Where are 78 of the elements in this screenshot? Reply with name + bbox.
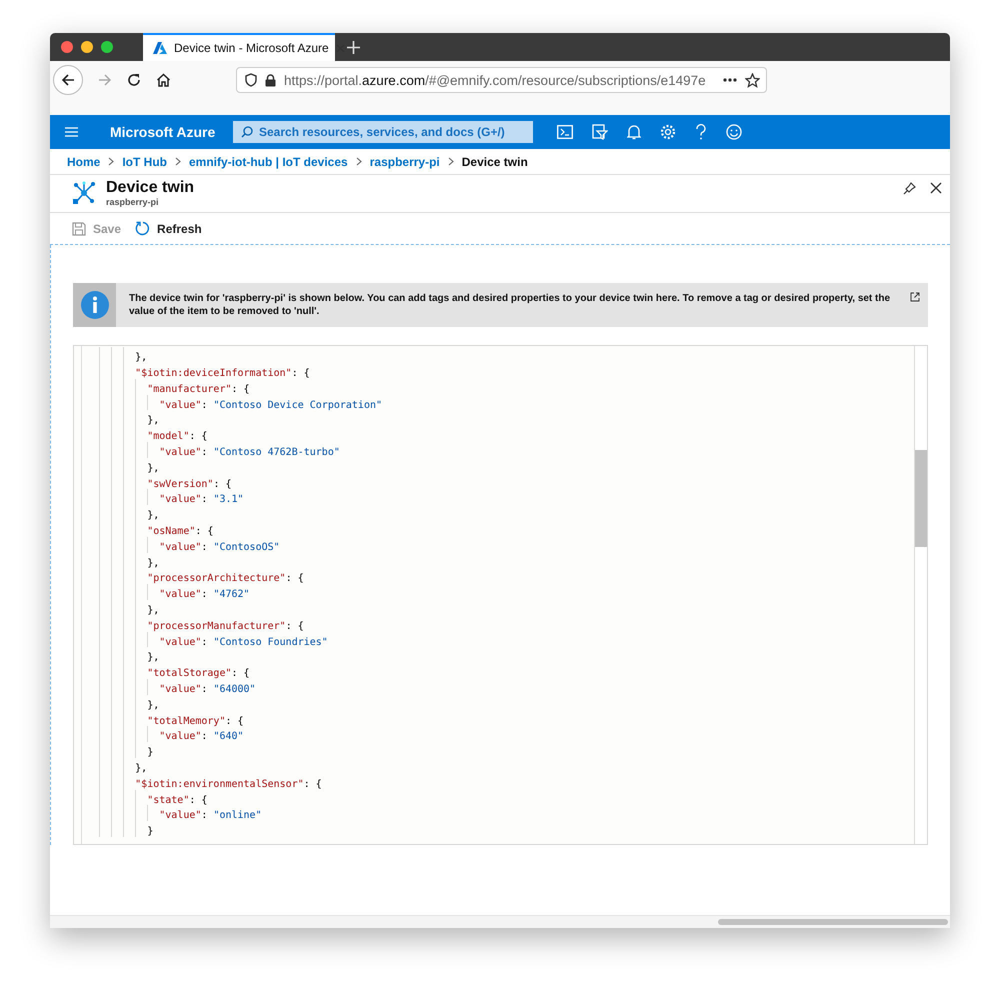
code-line: }: [146, 826, 154, 838]
info-icon: [80, 290, 110, 320]
new-tab-icon[interactable]: [347, 40, 360, 54]
code-line: "model": {: [146, 431, 208, 442]
chevron-icon: [175, 157, 181, 166]
code-line: },: [146, 700, 160, 711]
chevron-icon: [448, 157, 454, 166]
code-line: "$iotin:environmentalSensor": {: [134, 778, 322, 790]
info-message: The device twin for 'raspberry-pi' is shown below. You can add tags and desired properties to your device twin here. To remove a tag or desired property, set the value of the item to be removed to 'null'.: [129, 292, 892, 318]
code-line: },: [134, 762, 148, 774]
breadcrumb-link[interactable]: Home: [67, 154, 100, 169]
code-line: "processorManufacturer": {: [146, 620, 304, 632]
breadcrumb-link[interactable]: raspberry-pi: [370, 154, 440, 169]
code-line: "osName": {: [146, 526, 214, 538]
code-line: }: [146, 747, 154, 758]
code-line: },: [146, 558, 160, 569]
breadcrumb-link[interactable]: emnify-iot-hub | IoT devices: [189, 154, 348, 169]
address-bar[interactable]: https://portal.azure.com/#@emnify.com/resource/subscriptions/e1497e: [236, 67, 767, 94]
search-field[interactable]: Search resources, services, and docs (G+/): [233, 121, 533, 144]
url-text: https://portal.azure.com/#@emnify.com/resource/subscriptions/e1497e: [284, 72, 707, 88]
smiley-icon[interactable]: [726, 124, 742, 140]
search-icon: [241, 126, 253, 138]
code-line: "$iotin:deviceInformation": {: [134, 368, 310, 380]
blade-subtitle: raspberry-pi: [106, 197, 160, 208]
shield-icon: [245, 73, 257, 88]
refresh-icon: [135, 221, 150, 236]
code-line: },: [146, 605, 160, 616]
close-icon[interactable]: [930, 182, 942, 194]
network-nodes-icon: [71, 180, 97, 206]
code-line: "value": "3.1": [158, 494, 244, 506]
minimize-window-icon[interactable]: [81, 41, 93, 53]
code-line: "state": {: [146, 794, 208, 806]
menu-icon[interactable]: [65, 127, 78, 138]
back-arrow-icon: [61, 73, 75, 88]
code-line: "totalMemory": {: [146, 716, 244, 727]
portal-brand[interactable]: Microsoft Azure: [110, 124, 233, 140]
code-line: "value": "Contoso Foundries": [158, 636, 328, 648]
close-window-icon[interactable]: [61, 41, 73, 53]
filter-icon[interactable]: [592, 124, 608, 140]
code-line: "value": "ContosoOS": [158, 542, 280, 553]
code-line: "processorArchitecture": {: [146, 573, 304, 584]
code-line: },: [146, 415, 160, 426]
maximize-window-icon[interactable]: [101, 41, 113, 53]
vertical-scrollbar[interactable]: [914, 346, 927, 844]
code-line: },: [146, 510, 160, 522]
reload-icon[interactable]: [127, 73, 141, 88]
code-line: "swVersion": {: [146, 478, 232, 490]
breadcrumb-current: Device twin: [462, 154, 528, 169]
code-line: "manufacturer": {: [146, 384, 250, 395]
code-line: "value": "online": [158, 810, 262, 822]
refresh-button[interactable]: Refresh: [133, 218, 204, 240]
chevron-icon: [356, 157, 362, 166]
code-line: "value": "4762": [158, 589, 250, 600]
code-line: "value": "640": [158, 731, 244, 742]
home-icon[interactable]: [156, 73, 171, 88]
back-button[interactable]: [53, 65, 83, 96]
blade-title: Device twin: [106, 179, 196, 198]
azure-logo-icon: [153, 42, 167, 54]
horizontal-scrollbar[interactable]: [50, 915, 950, 928]
code-line: "totalStorage": {: [146, 668, 250, 680]
bell-icon[interactable]: [627, 124, 641, 140]
pin-icon[interactable]: [903, 182, 916, 195]
tab-title: Device twin - Microsoft Azure: [174, 41, 329, 55]
more-icon[interactable]: [723, 78, 737, 82]
settings-icon[interactable]: [660, 124, 676, 140]
breadcrumb-link[interactable]: IoT Hub: [122, 154, 167, 169]
terminal-icon[interactable]: [557, 125, 573, 140]
lock-icon: [265, 74, 276, 87]
code-line: "value": "64000": [158, 684, 256, 695]
star-icon[interactable]: [745, 72, 760, 88]
chevron-icon: [108, 157, 114, 166]
code-line: },: [146, 652, 160, 664]
code-line: "value": "Contoso Device Corporation": [158, 400, 382, 411]
help-icon[interactable]: [695, 124, 707, 140]
code-line: "value": "Contoso 4762B-turbo": [158, 447, 340, 458]
external-link-icon[interactable]: [910, 292, 920, 302]
code-line: },: [146, 462, 160, 474]
code-line: },: [134, 352, 148, 364]
